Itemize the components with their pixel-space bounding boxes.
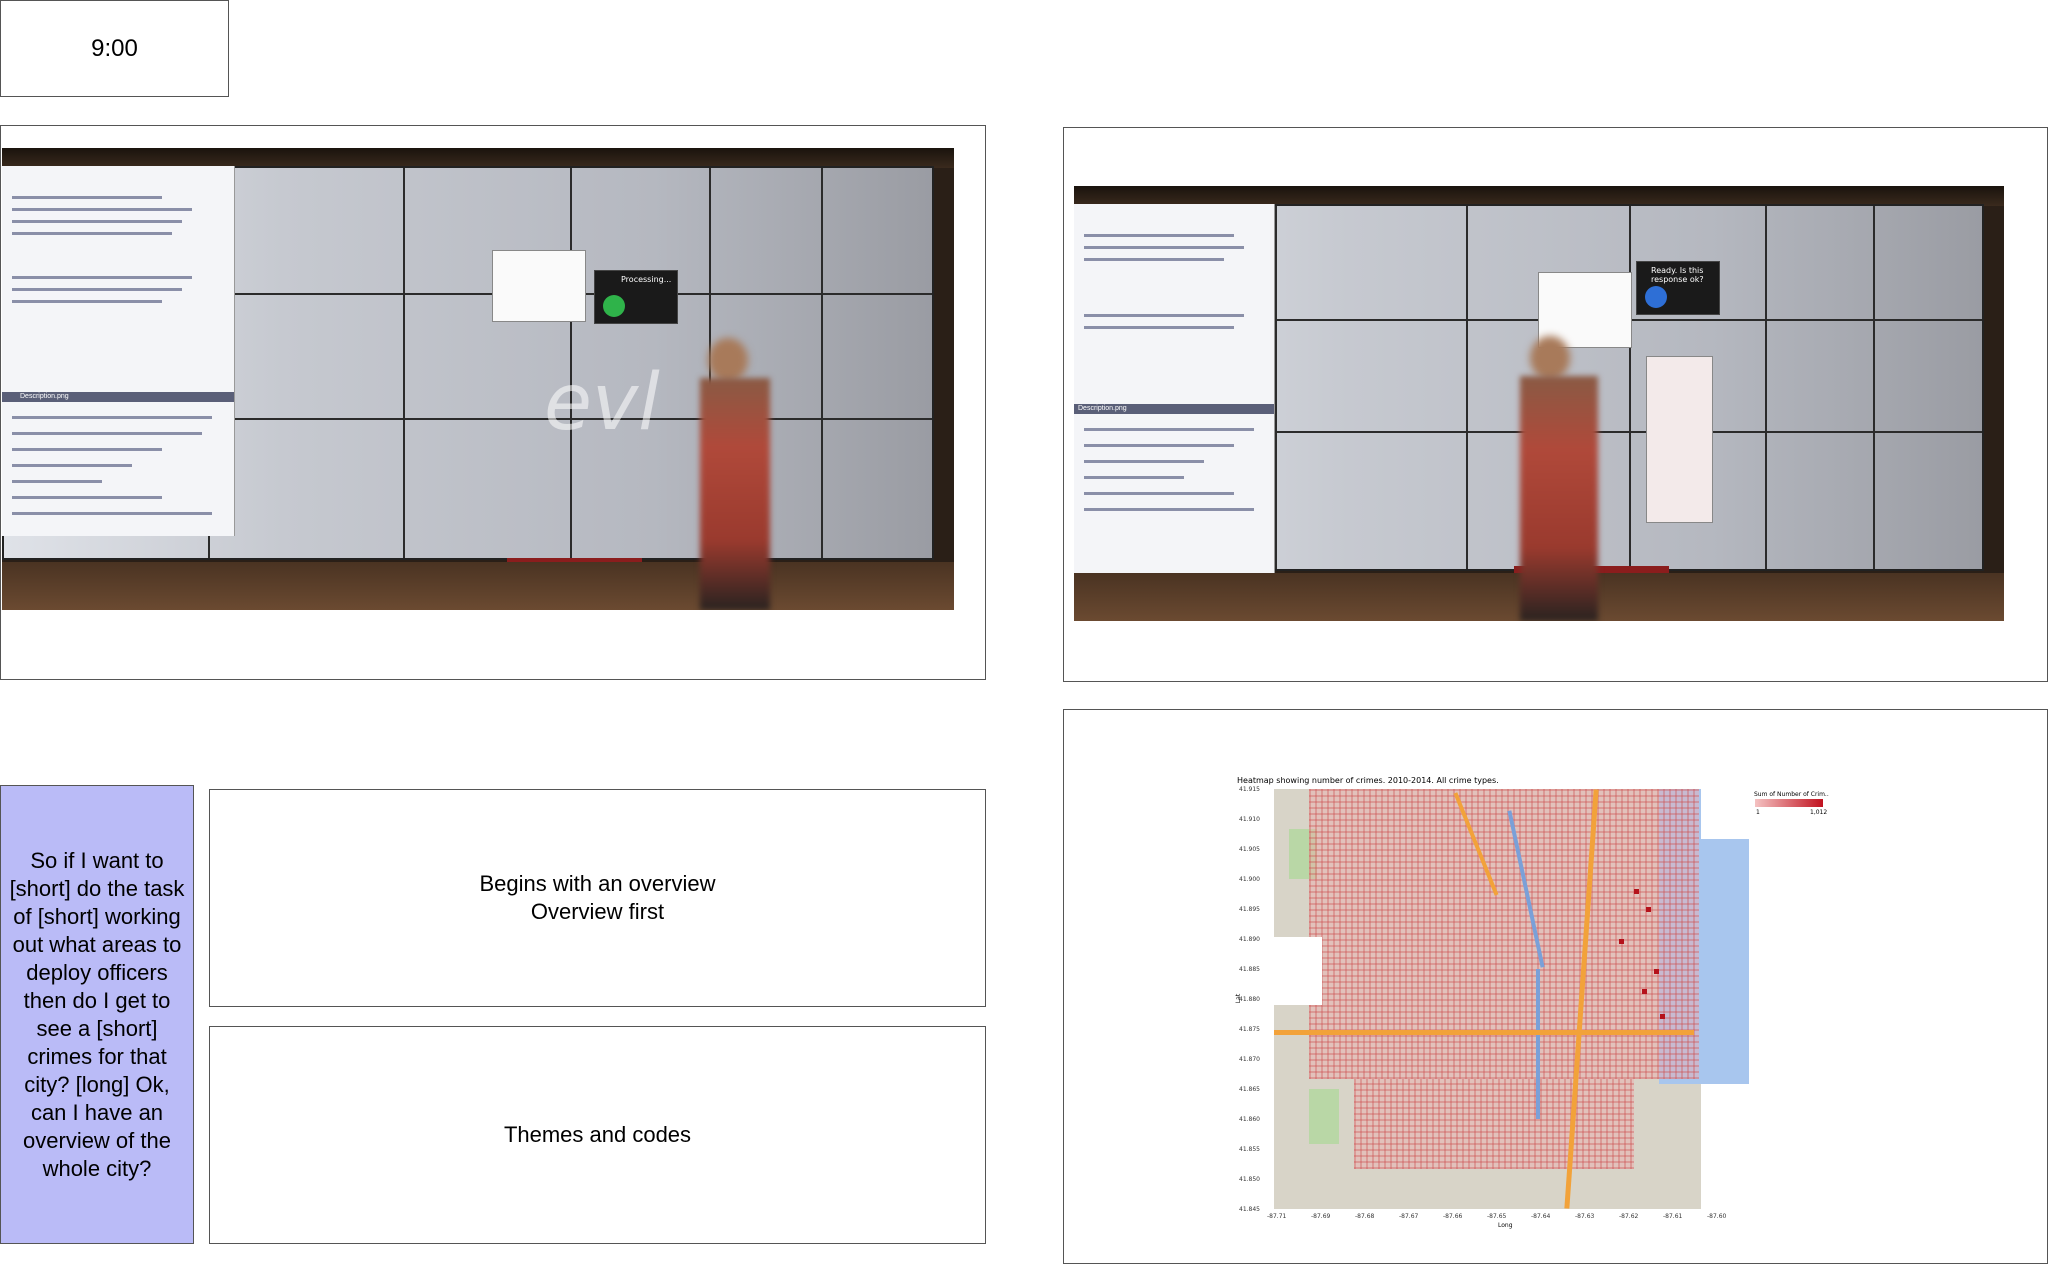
- floor: [2, 562, 954, 610]
- x-tick-label: -87.63: [1575, 1213, 1595, 1220]
- y-tick-label: 41.885: [1239, 966, 1260, 973]
- x-tick-label: -87.66: [1443, 1213, 1463, 1220]
- y-axis-label: Lat: [1235, 993, 1243, 1004]
- person: [700, 378, 770, 610]
- x-tick-label: -87.64: [1531, 1213, 1551, 1220]
- person-head: [708, 338, 748, 382]
- heatmap-window: [1646, 356, 1713, 523]
- ready-popup: Ready. Is this response ok?: [1636, 261, 1720, 315]
- crime-heatmap: [1274, 789, 1749, 1209]
- ceiling: [1074, 186, 2004, 206]
- text-window: [492, 250, 586, 322]
- status-dot: [1645, 286, 1667, 308]
- display-wall-photo-1: evl Processing... Description.png: [2, 148, 954, 610]
- park: [1309, 1089, 1339, 1144]
- transcript-box: So if I want to [short] do the task of […: [0, 785, 194, 1244]
- y-tick-label: 41.860: [1239, 1116, 1260, 1123]
- x-axis-label: Long: [1498, 1222, 1513, 1229]
- y-tick-label: 41.910: [1239, 816, 1260, 823]
- person: [1520, 376, 1598, 621]
- legend-color-bar: [1755, 799, 1823, 807]
- y-tick-label: 41.875: [1239, 1026, 1260, 1033]
- x-tick-label: -87.60: [1707, 1213, 1727, 1220]
- timestamp: 9:00: [91, 34, 138, 62]
- evl-logo: evl: [544, 358, 660, 448]
- y-tick-label: 41.895: [1239, 906, 1260, 913]
- legend-max: 1,012: [1810, 809, 1828, 816]
- y-tick-label: 41.900: [1239, 876, 1260, 883]
- person-head: [1530, 336, 1570, 380]
- timestamp-box: 9:00: [0, 0, 229, 97]
- x-tick-label: -87.67: [1399, 1213, 1419, 1220]
- processing-popup: Processing...: [594, 270, 678, 324]
- display-wall-photo-2: Ready. Is this response ok? Description.…: [1074, 186, 2004, 621]
- legend-title: Sum of Number of Crim..: [1754, 791, 1829, 798]
- photo-frame-1: evl Processing... Description.png: [0, 125, 986, 680]
- popup-text: Processing...: [621, 275, 672, 284]
- x-tick-label: -87.62: [1619, 1213, 1639, 1220]
- code-box-overview: Begins with an overview Overview first: [209, 789, 986, 1007]
- doc-window-title: Description.png: [1074, 404, 1274, 414]
- legend-min: 1: [1756, 809, 1760, 816]
- ceiling: [2, 148, 954, 168]
- y-tick-label: 41.865: [1239, 1086, 1260, 1093]
- x-tick-label: -87.71: [1267, 1213, 1287, 1220]
- y-tick-label: 41.890: [1239, 936, 1260, 943]
- document-panel: Description.png: [2, 166, 235, 536]
- x-tick-label: -87.65: [1487, 1213, 1507, 1220]
- doc-window-title: Description.png: [2, 392, 234, 402]
- y-tick-label: 41.850: [1239, 1176, 1260, 1183]
- y-tick-label: 41.905: [1239, 846, 1260, 853]
- status-dot: [603, 295, 625, 317]
- x-tick-label: -87.69: [1311, 1213, 1331, 1220]
- code-label-1: Begins with an overview: [479, 871, 716, 896]
- y-tick-label: 41.855: [1239, 1146, 1260, 1153]
- river: [1536, 969, 1540, 1119]
- transcript-text: So if I want to [short] do the task of […: [9, 847, 185, 1181]
- code-label-themes: Themes and codes: [503, 1122, 692, 1147]
- heat-layer: [1309, 789, 1699, 1079]
- y-tick-label: 41.870: [1239, 1056, 1260, 1063]
- heatmap-frame: Heatmap showing number of crimes. 2010-2…: [1063, 709, 2048, 1264]
- expressway: [1274, 1030, 1694, 1035]
- map-title: Heatmap showing number of crimes. 2010-2…: [1237, 776, 1499, 785]
- code-box-themes: Themes and codes: [209, 1026, 986, 1244]
- heat-layer-south: [1354, 1079, 1634, 1169]
- y-tick-label: 41.915: [1239, 786, 1260, 793]
- y-tick-label: 41.845: [1239, 1206, 1260, 1213]
- photo-frame-2: Ready. Is this response ok? Description.…: [1063, 127, 2048, 682]
- x-tick-label: -87.61: [1663, 1213, 1683, 1220]
- document-panel: Description.png: [1074, 204, 1275, 574]
- x-tick-label: -87.68: [1355, 1213, 1375, 1220]
- code-label-2: Overview first: [530, 899, 665, 924]
- popup-text: Ready. Is this response ok?: [1651, 266, 1704, 284]
